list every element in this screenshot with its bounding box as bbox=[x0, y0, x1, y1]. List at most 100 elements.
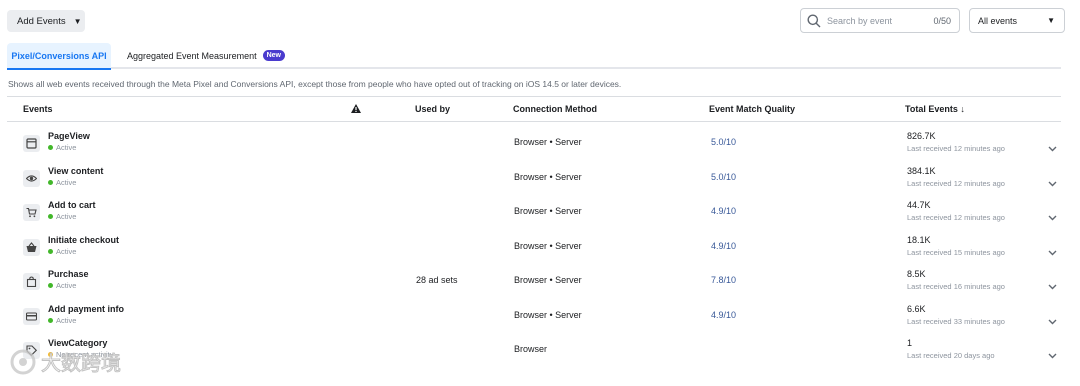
description-text: Shows all web events received through th… bbox=[8, 79, 622, 89]
table-row[interactable]: Initiate checkout Active Browser • Server 4… bbox=[7, 231, 1061, 265]
event-status: No recent activity bbox=[48, 350, 114, 359]
event-name: View content bbox=[48, 165, 104, 176]
total-events: 1 bbox=[907, 338, 913, 348]
last-received: Last received 12 minutes ago bbox=[907, 178, 1005, 188]
last-received: Last received 15 minutes ago bbox=[907, 247, 1005, 257]
chevron-down-icon[interactable] bbox=[1048, 312, 1057, 330]
status-label: Active bbox=[56, 212, 77, 221]
last-received: Last received 12 minutes ago bbox=[907, 144, 1005, 153]
event-status: Active bbox=[48, 143, 76, 152]
status-label: Active bbox=[56, 246, 77, 256]
status-label: Active bbox=[56, 315, 77, 325]
caret-down-icon: ▼ bbox=[73, 16, 82, 26]
status-label: Active bbox=[56, 281, 77, 290]
event-match-quality-link[interactable]: 4.9/10 bbox=[711, 206, 736, 216]
total-events: 8.5K bbox=[907, 269, 926, 279]
last-received: Last received 12 minutes ago bbox=[907, 213, 1005, 222]
total-events: 384.1K bbox=[907, 165, 936, 176]
connection-method: Browser • Server bbox=[514, 206, 582, 216]
event-name: Add to cart bbox=[48, 200, 96, 210]
event-status: Active bbox=[48, 281, 76, 290]
event-match-quality-link[interactable]: 4.9/10 bbox=[711, 310, 736, 320]
credit-card-icon bbox=[23, 307, 40, 325]
total-events: 18.1K bbox=[907, 234, 931, 245]
header-event-match-quality: Event Match Quality bbox=[709, 104, 796, 114]
event-filter-value: All events bbox=[978, 15, 1018, 26]
tab-label: Pixel/Conversions API bbox=[11, 50, 107, 61]
search-placeholder: Search by event bbox=[827, 15, 893, 26]
header-events: Events bbox=[23, 104, 53, 114]
chevron-down-icon[interactable] bbox=[1048, 208, 1057, 226]
cart-icon bbox=[23, 204, 40, 221]
last-received: Last received 16 minutes ago bbox=[907, 282, 1005, 291]
event-match-quality-link[interactable]: 4.9/10 bbox=[711, 241, 736, 251]
table-header: Events Used by Connection Method Event M… bbox=[7, 96, 1061, 122]
status-label: No recent activity bbox=[56, 350, 114, 359]
table-row[interactable]: ViewCategory No recent activity Browser 1 La… bbox=[7, 334, 1061, 368]
tab-aggregated-event-measurement[interactable]: Aggregated Event Measurement New bbox=[127, 43, 285, 68]
tab-label: Aggregated Event Measurement bbox=[127, 50, 257, 61]
event-match-quality-link[interactable]: 5.0/10 bbox=[711, 172, 736, 182]
status-dot bbox=[48, 179, 53, 185]
header-connection-method: Connection Method bbox=[513, 104, 597, 114]
connection-method: Browser • Server bbox=[514, 137, 582, 147]
last-received: Last received 33 minutes ago bbox=[907, 316, 1005, 326]
header-total-events[interactable]: Total Events ↓ bbox=[905, 104, 965, 114]
status-dot bbox=[48, 214, 53, 219]
last-received: Last received 20 days ago bbox=[907, 351, 995, 360]
add-events-button[interactable]: Add Events ▼ bbox=[7, 10, 85, 32]
event-filter-select[interactable]: All events ▼ bbox=[969, 8, 1065, 33]
event-match-quality-link[interactable]: 5.0/10 bbox=[711, 137, 736, 147]
connection-method: Browser bbox=[514, 344, 548, 354]
connection-method: Browser • Server bbox=[514, 309, 582, 320]
new-badge: New bbox=[262, 50, 285, 61]
chevron-down-icon[interactable] bbox=[1048, 277, 1057, 295]
status-dot bbox=[48, 317, 53, 323]
eye-icon bbox=[23, 169, 40, 187]
connection-method: Browser • Server bbox=[514, 275, 582, 285]
table-row[interactable]: Add to cart Active Browser • Server 4.9/10 4… bbox=[7, 196, 1061, 230]
event-status: Active bbox=[48, 212, 76, 221]
event-status: Active bbox=[48, 316, 76, 325]
basket-icon bbox=[23, 238, 40, 256]
connection-method: Browser • Server bbox=[514, 240, 582, 251]
event-name: ViewCategory bbox=[48, 338, 108, 348]
status-dot bbox=[48, 283, 53, 288]
caret-down-icon: ▼ bbox=[1047, 16, 1055, 25]
event-match-quality-link[interactable]: 7.8/10 bbox=[711, 275, 736, 285]
total-events: 44.7K bbox=[907, 200, 931, 210]
event-name: PageView bbox=[48, 131, 90, 141]
event-status: Active bbox=[48, 247, 76, 256]
tab-pixel-conversions-api[interactable]: Pixel/Conversions API bbox=[7, 43, 111, 70]
used-by[interactable]: 28 ad sets bbox=[416, 275, 458, 285]
chevron-down-icon[interactable] bbox=[1048, 139, 1057, 157]
status-dot bbox=[48, 145, 53, 150]
chevron-down-icon[interactable] bbox=[1048, 243, 1057, 261]
table-row[interactable]: Add payment info Active Browser • Server 4.… bbox=[7, 300, 1061, 334]
search-input[interactable]: Search by event 0/50 bbox=[800, 8, 960, 33]
event-status: Active bbox=[48, 178, 76, 187]
chevron-down-icon[interactable] bbox=[1048, 346, 1057, 364]
header-used-by: Used by bbox=[415, 104, 451, 114]
status-label: Active bbox=[56, 177, 77, 187]
warning-icon[interactable] bbox=[351, 104, 361, 115]
search-icon bbox=[807, 14, 821, 27]
tag-icon bbox=[23, 342, 40, 359]
add-events-label: Add Events bbox=[17, 15, 66, 27]
page-icon bbox=[23, 135, 40, 152]
status-label: Active bbox=[56, 143, 77, 152]
total-events: 826.7K bbox=[907, 131, 936, 141]
table-row[interactable]: Purchase Active 28 ad sets Browser • Server… bbox=[7, 265, 1061, 299]
total-events: 6.6K bbox=[907, 303, 926, 314]
shopping-bag-icon bbox=[23, 273, 40, 290]
connection-method: Browser • Server bbox=[514, 171, 582, 182]
event-name: Purchase bbox=[48, 269, 89, 279]
table-row[interactable]: PageView Active Browser • Server 5.0/10 826.… bbox=[7, 127, 1061, 161]
search-char-count: 0/50 bbox=[933, 15, 951, 26]
event-name: Add payment info bbox=[48, 303, 124, 314]
status-dot bbox=[48, 248, 53, 254]
tab-bar: Pixel/Conversions API Aggregated Event M… bbox=[7, 43, 1061, 70]
chevron-down-icon[interactable] bbox=[1048, 174, 1057, 192]
table-row[interactable]: View content Active Browser • Server 5.0/10… bbox=[7, 162, 1061, 196]
status-dot bbox=[48, 352, 53, 357]
